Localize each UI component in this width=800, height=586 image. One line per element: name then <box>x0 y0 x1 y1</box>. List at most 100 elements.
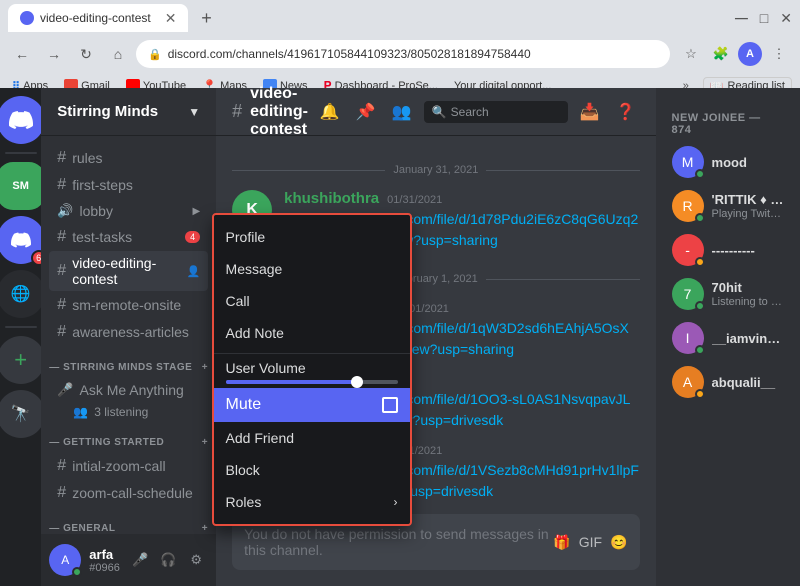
context-menu-roles[interactable]: Roles › <box>214 486 410 518</box>
pin-icon[interactable]: 📌 <box>352 98 380 126</box>
member-item-4[interactable]: I __iamvinny__ <box>664 316 792 360</box>
context-menu-add-friend[interactable]: Add Friend <box>214 422 410 454</box>
channel-ask-anything[interactable]: 🎤 Ask Me Anything <box>49 378 208 402</box>
members-category-new-joinee: NEW JOINEE — 874 <box>664 104 792 140</box>
user-panel: A arfa #0966 🎤 🎧 ⚙ <box>41 534 216 586</box>
browser-profile-button[interactable]: A <box>738 42 762 66</box>
category-getting-started[interactable]: ― GETTING STARTED + <box>41 421 216 452</box>
member-item-5[interactable]: A abqualii__ <box>664 360 792 404</box>
notification-bell-icon[interactable]: 🔔 <box>316 98 344 126</box>
member-name-container: ---------- <box>712 243 784 258</box>
context-menu-mute[interactable]: Mute <box>214 388 410 422</box>
channel-first-steps[interactable]: # first-steps <box>49 172 208 198</box>
maximize-button[interactable]: □ <box>760 10 768 26</box>
server-icon-3[interactable]: 🌐 <box>0 270 41 318</box>
channel-rules[interactable]: # rules <box>49 145 208 171</box>
member-item-2[interactable]: - ---------- <box>664 228 792 272</box>
forward-button[interactable]: → <box>40 40 68 68</box>
volume-section: User Volume <box>214 358 410 388</box>
volume-thumb[interactable] <box>351 376 363 388</box>
member-item-0[interactable]: M mood <box>664 140 792 184</box>
context-call-label: Call <box>226 293 250 309</box>
context-menu-separator <box>214 353 410 354</box>
context-menu-block[interactable]: Block <box>214 454 410 486</box>
members-sidebar: NEW JOINEE — 874 M mood R 'RITTIK ♦ [ TH… <box>656 88 800 586</box>
listener-count-label: 3 listening <box>94 405 148 419</box>
category-stage[interactable]: ― STIRRING MINDS STAGE + <box>41 346 216 377</box>
member-status-indicator <box>695 169 705 179</box>
member-activity: Playing Twitch 🎮 <box>712 207 784 220</box>
bookmark-star-button[interactable]: ☆ <box>678 41 704 67</box>
member-name-container: mood <box>712 155 784 170</box>
server-stirring-minds[interactable]: SM <box>0 162 41 210</box>
message-header: khushibothra 01/31/2021 <box>284 190 639 207</box>
channel-awareness[interactable]: # awareness-articles <box>49 319 208 345</box>
lobby-chevron-icon: ▶ <box>192 206 200 217</box>
add-server-button[interactable]: + <box>0 336 41 384</box>
hash-icon: # <box>57 149 66 167</box>
context-menu-message[interactable]: Message <box>214 253 410 285</box>
user-discriminator: #0966 <box>89 562 120 574</box>
member-avatar: - <box>672 234 704 266</box>
reload-button[interactable]: ↻ <box>72 40 100 68</box>
browser-menu-button[interactable]: ⋮ <box>766 41 792 67</box>
channel-sm-remote[interactable]: # sm-remote-onsite <box>49 292 208 318</box>
discover-servers-button[interactable]: 🔭 <box>0 390 41 438</box>
category-stage-add-icon: + <box>202 362 208 373</box>
mute-microphone-button[interactable]: 🎤 <box>128 548 152 572</box>
extensions-button[interactable]: 🧩 <box>708 41 734 67</box>
category-getting-started-add-icon: + <box>202 437 208 448</box>
context-menu-add-note[interactable]: Add Note <box>214 317 410 349</box>
channel-video-editing-contest[interactable]: # video-editing-contest 👤 <box>49 251 208 291</box>
user-settings-button[interactable]: ⚙ <box>184 548 208 572</box>
minimize-button[interactable]: ─ <box>735 8 748 29</box>
home-button[interactable]: ⌂ <box>104 40 132 68</box>
members-icon[interactable]: 👥 <box>388 98 416 126</box>
user-controls: 🎤 🎧 ⚙ <box>128 548 208 572</box>
help-icon[interactable]: ❓ <box>612 98 640 126</box>
channel-intial-zoom[interactable]: # intial-zoom-call <box>49 453 208 479</box>
browser-tab[interactable]: video-editing-contest ✕ <box>8 4 188 32</box>
channel-sm-remote-label: sm-remote-onsite <box>72 297 200 313</box>
channel-zoom-schedule[interactable]: # zoom-call-schedule <box>49 480 208 506</box>
context-menu-profile[interactable]: Profile <box>214 221 410 253</box>
emoji-icon[interactable]: 😊 <box>610 534 627 551</box>
channel-awareness-label: awareness-articles <box>72 324 200 340</box>
discord-home-button[interactable] <box>0 96 41 144</box>
gift-icon[interactable]: 🎁 <box>553 534 570 551</box>
mute-checkbox[interactable] <box>382 397 398 413</box>
context-menu-call[interactable]: Call <box>214 285 410 317</box>
context-add-note-label: Add Note <box>226 325 284 341</box>
deafen-button[interactable]: 🎧 <box>156 548 180 572</box>
gif-icon[interactable]: GIF <box>579 534 602 551</box>
close-button[interactable]: ✕ <box>780 10 792 27</box>
new-tab-button[interactable]: + <box>192 4 220 32</box>
chat-channel-name: video-editing-contest <box>250 85 308 139</box>
channel-list: # rules # first-steps 🔊 lobby ▶ # test-t… <box>41 136 216 534</box>
user-info: arfa #0966 <box>89 547 120 574</box>
ssl-lock-icon: 🔒 <box>148 48 162 61</box>
volume-label: User Volume <box>226 360 398 376</box>
category-general[interactable]: ― GENERAL + <box>41 507 216 534</box>
member-avatar: A <box>672 366 704 398</box>
server-stirring-minds-wrapper: SM <box>0 162 41 210</box>
server-header[interactable]: Stirring Minds ▼ <box>41 88 216 136</box>
url-text: discord.com/channels/419617105844109323/… <box>168 47 658 61</box>
inbox-icon[interactable]: 📥 <box>576 98 604 126</box>
voice-icon: 🔊 <box>57 203 73 219</box>
member-item-1[interactable]: R 'RITTIK ♦ [ THE KNIG... Playing Twitch… <box>664 184 792 228</box>
back-button[interactable]: ← <box>8 40 36 68</box>
context-message-label: Message <box>226 261 283 277</box>
server-badge-2: 6 <box>31 250 42 266</box>
user-avatar: A <box>49 544 81 576</box>
user-avatar-initial: A <box>61 553 69 567</box>
address-bar[interactable]: 🔒 discord.com/channels/41961710584410932… <box>136 40 670 68</box>
member-name: mood <box>712 155 784 170</box>
channel-test-tasks[interactable]: # test-tasks 4 <box>49 224 208 250</box>
channel-lobby[interactable]: 🔊 lobby ▶ <box>49 199 208 223</box>
chat-search-box[interactable]: 🔍 Search <box>424 101 568 123</box>
channel-test-tasks-label: test-tasks <box>72 229 179 245</box>
member-item-3[interactable]: 7 70hit Listening to Spotify 🎵 <box>664 272 792 316</box>
tab-close-button[interactable]: ✕ <box>165 10 177 27</box>
date-line <box>232 170 385 171</box>
